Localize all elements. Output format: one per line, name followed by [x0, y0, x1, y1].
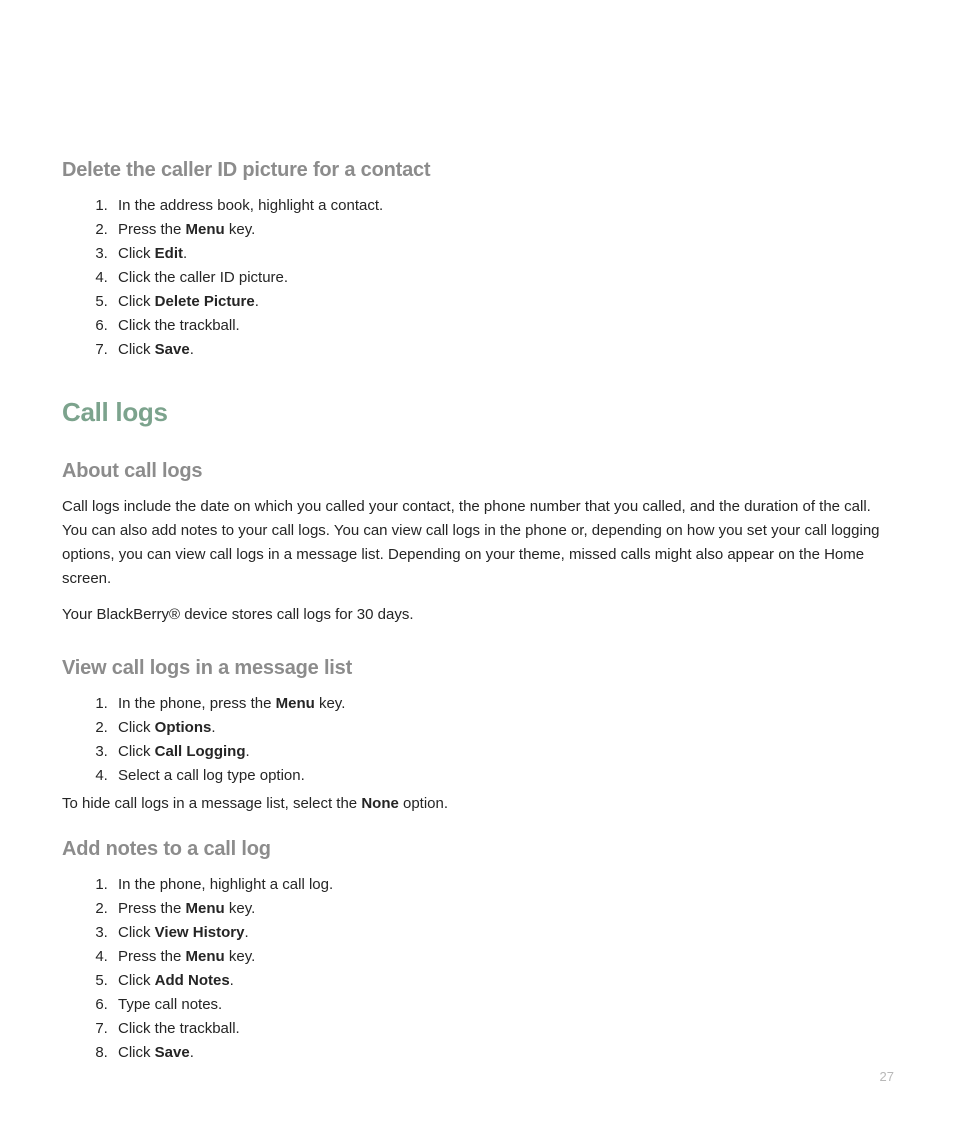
step-item: Click the trackball.: [112, 314, 894, 338]
step-item: Press the Menu key.: [112, 897, 894, 921]
section-about-call-logs: About call logs Call logs include the da…: [62, 456, 894, 627]
bold-text: Call Logging: [155, 743, 246, 760]
page-number: 27: [880, 1067, 894, 1087]
step-item: Click the caller ID picture.: [112, 266, 894, 290]
heading-call-logs: Call logs: [62, 392, 894, 432]
step-item: Click Save.: [112, 338, 894, 362]
step-item: Press the Menu key.: [112, 945, 894, 969]
bold-text: Add Notes: [155, 972, 230, 989]
document-page: Delete the caller ID picture for a conta…: [0, 0, 954, 1145]
section-add-notes: Add notes to a call log In the phone, hi…: [62, 834, 894, 1065]
heading-about-call-logs: About call logs: [62, 456, 894, 487]
bold-text: Menu: [186, 221, 225, 238]
bold-text: Options: [155, 719, 212, 736]
step-item: Click Delete Picture.: [112, 290, 894, 314]
step-item: Click Edit.: [112, 242, 894, 266]
steps-delete-caller-id: In the address book, highlight a contact…: [62, 194, 894, 362]
section-view-call-logs: View call logs in a message list In the …: [62, 653, 894, 816]
steps-view-call-logs: In the phone, press the Menu key.Click O…: [62, 692, 894, 788]
step-item: In the phone, press the Menu key.: [112, 692, 894, 716]
steps-add-notes: In the phone, highlight a call log.Press…: [62, 873, 894, 1065]
bold-text: Menu: [186, 900, 225, 917]
step-item: Press the Menu key.: [112, 218, 894, 242]
step-item: Click Save.: [112, 1041, 894, 1065]
section-delete-caller-id: Delete the caller ID picture for a conta…: [62, 155, 894, 362]
heading-delete-caller-id: Delete the caller ID picture for a conta…: [62, 155, 894, 186]
step-item: Type call notes.: [112, 993, 894, 1017]
paragraph-view-call-logs-trailing: To hide call logs in a message list, sel…: [62, 792, 894, 816]
bold-text: Menu: [186, 948, 225, 965]
step-item: In the phone, highlight a call log.: [112, 873, 894, 897]
step-item: Click Options.: [112, 716, 894, 740]
step-item: In the address book, highlight a contact…: [112, 194, 894, 218]
step-item: Select a call log type option.: [112, 764, 894, 788]
step-item: Click the trackball.: [112, 1017, 894, 1041]
step-item: Click View History.: [112, 921, 894, 945]
paragraph-about-call-logs-2: Your BlackBerry® device stores call logs…: [62, 603, 894, 627]
bold-text: View History: [155, 924, 245, 941]
heading-view-call-logs: View call logs in a message list: [62, 653, 894, 684]
step-item: Click Add Notes.: [112, 969, 894, 993]
bold-text: None: [361, 795, 399, 812]
bold-text: Edit: [155, 245, 183, 262]
bold-text: Save: [155, 1044, 190, 1061]
bold-text: Menu: [276, 695, 315, 712]
bold-text: Save: [155, 341, 190, 358]
paragraph-about-call-logs-1: Call logs include the date on which you …: [62, 495, 894, 591]
bold-text: Delete Picture: [155, 293, 255, 310]
heading-add-notes: Add notes to a call log: [62, 834, 894, 865]
step-item: Click Call Logging.: [112, 740, 894, 764]
